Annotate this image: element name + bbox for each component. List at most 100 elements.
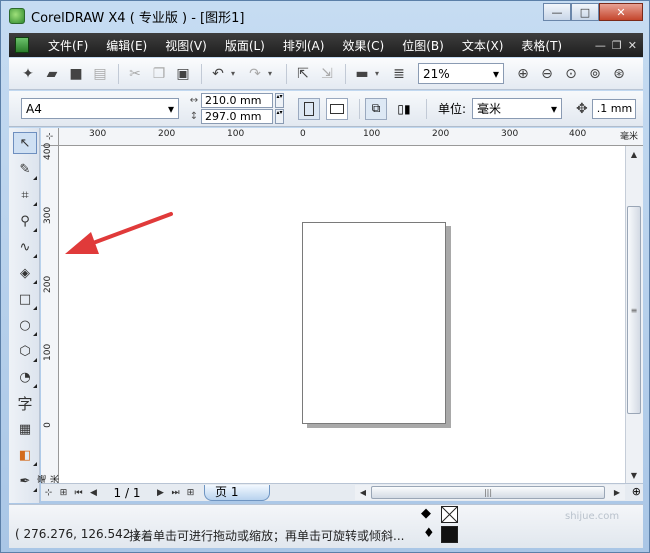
drawing-canvas[interactable]: [59, 146, 625, 483]
ruler-label: 300: [501, 129, 519, 139]
page-settings-icon[interactable]: ⊹: [41, 488, 56, 498]
landscape-orientation-button[interactable]: [326, 97, 348, 120]
close-button[interactable]: ✕: [599, 3, 643, 21]
new-document-icon[interactable]: ✦: [17, 63, 39, 85]
scroll-right-icon[interactable]: ▶: [609, 485, 625, 501]
menu-edit[interactable]: 编辑(E): [97, 37, 156, 54]
toolbar-separator: [286, 63, 287, 84]
height-spinner[interactable]: ▴▾: [275, 109, 284, 124]
scroll-left-icon[interactable]: ◀: [355, 485, 371, 501]
first-page-icon[interactable]: ⏮: [71, 488, 86, 498]
crop-tool-icon[interactable]: ⌗: [13, 184, 37, 206]
portrait-orientation-button[interactable]: [298, 97, 320, 120]
copy-icon[interactable]: ❐: [148, 63, 170, 85]
save-icon[interactable]: ■: [65, 63, 87, 85]
paste-icon[interactable]: ▣: [172, 63, 194, 85]
toolbar-separator: [359, 98, 360, 119]
open-folder-icon[interactable]: ▰: [41, 63, 63, 85]
polygon-tool-icon[interactable]: ⬡: [13, 340, 37, 362]
chevron-down-icon: ▾: [551, 101, 558, 116]
add-page-before-icon[interactable]: ⊞: [56, 488, 71, 498]
basic-shapes-tool-icon[interactable]: ◔: [13, 366, 37, 388]
zoom-level-value: 21%: [423, 66, 450, 81]
redo-icon[interactable]: ↷: [244, 63, 266, 85]
undo-dropdown-icon[interactable]: ▾: [231, 69, 240, 78]
menu-text[interactable]: 文本(X): [453, 37, 513, 54]
ruler-label: 200: [432, 129, 450, 139]
chevron-down-icon: ▾: [167, 101, 174, 116]
redo-dropdown-icon[interactable]: ▾: [268, 69, 277, 78]
vertical-ruler[interactable]: 400 300 200 100 0 毫米: [38, 143, 61, 484]
toolbar-separator: [426, 98, 427, 119]
zoom-level-select[interactable]: 21% ▾: [418, 63, 504, 84]
fill-color-swatch[interactable]: [441, 506, 458, 523]
ruler-label: 0: [300, 129, 306, 139]
pick-tool-icon[interactable]: ↖: [13, 132, 37, 154]
status-hint: 接着单击可进行拖动或缩放；再单击可旋转或倾斜...: [129, 529, 405, 543]
coreldraw-app-icon: [9, 8, 25, 24]
previous-page-icon[interactable]: ◀: [86, 488, 101, 498]
import-icon[interactable]: ⇱: [292, 63, 314, 85]
last-page-icon[interactable]: ⏭: [168, 488, 183, 498]
menu-effects[interactable]: 效果(C): [333, 37, 393, 54]
freehand-tool-icon[interactable]: ∿: [13, 236, 37, 258]
menu-table[interactable]: 表格(T): [512, 37, 571, 54]
paper-size-select[interactable]: A4 ▾: [21, 98, 179, 119]
cut-icon[interactable]: ✂: [124, 63, 146, 85]
vertical-scroll-thumb[interactable]: ≡: [627, 206, 641, 414]
zoom-to-page-icon[interactable]: ⊛: [608, 63, 630, 85]
page-tab[interactable]: 页 1: [204, 484, 270, 501]
ruler-unit-label: 毫米: [620, 132, 639, 142]
shape-tool-icon[interactable]: ✎: [13, 158, 37, 180]
menu-layout[interactable]: 版面(L): [216, 37, 274, 54]
ellipse-tool-icon[interactable]: ○: [13, 314, 37, 336]
eyedropper-tool-icon[interactable]: ✒: [13, 470, 37, 492]
page-navigator: ⊹ ⊞ ⏮ ◀ 1 / 1 ▶ ⏭ ⊞ 页 1 ◀ ||| ▶ ⊕: [41, 483, 643, 501]
width-spinner[interactable]: ▴▾: [275, 93, 284, 108]
nudge-distance-input[interactable]: .1 mm: [591, 98, 636, 119]
doc-close-button[interactable]: ✕: [628, 39, 637, 52]
zoom-to-selected-icon[interactable]: ⊙: [560, 63, 582, 85]
zoom-to-all-icon[interactable]: ⊚: [584, 63, 606, 85]
launcher-dropdown-icon[interactable]: ▾: [375, 69, 384, 78]
scroll-down-icon[interactable]: ▼: [626, 467, 642, 483]
zoom-out-icon[interactable]: ⊖: [536, 63, 558, 85]
next-page-icon[interactable]: ▶: [153, 488, 168, 498]
doc-restore-button[interactable]: ❐: [612, 39, 622, 52]
table-tool-icon[interactable]: ▦: [13, 418, 37, 440]
horizontal-scroll-thumb[interactable]: |||: [371, 486, 605, 499]
menu-file[interactable]: 文件(F): [39, 37, 97, 54]
add-page-after-icon[interactable]: ⊞: [183, 488, 198, 498]
all-pages-button[interactable]: ⧉: [365, 97, 387, 120]
ruler-label: 0: [43, 422, 53, 428]
page-width-input[interactable]: 210.0 mm: [201, 93, 273, 108]
outline-color-swatch[interactable]: [441, 526, 458, 543]
units-select[interactable]: 毫米 ▾: [472, 98, 563, 119]
ruler-label: 200: [43, 275, 53, 293]
scroll-up-icon[interactable]: ▲: [626, 146, 642, 162]
undo-icon[interactable]: ↶: [207, 63, 229, 85]
navigator-zoom-icon[interactable]: ⊕: [632, 485, 641, 498]
zoom-in-icon[interactable]: ⊕: [512, 63, 534, 85]
menu-bitmaps[interactable]: 位图(B): [393, 37, 453, 54]
application-launcher-icon[interactable]: ▬: [351, 63, 373, 85]
interactive-tools-icon[interactable]: ◧: [13, 444, 37, 466]
smart-fill-tool-icon[interactable]: ◈: [13, 262, 37, 284]
vertical-scrollbar[interactable]: ▲ ≡ ▼: [625, 146, 643, 483]
menu-arrange[interactable]: 排列(A): [274, 37, 334, 54]
current-page-button[interactable]: ▯▮: [393, 98, 415, 120]
page-height-input[interactable]: 297.0 mm: [201, 109, 273, 124]
export-icon[interactable]: ⇲: [316, 63, 338, 85]
rectangle-tool-icon[interactable]: □: [13, 288, 37, 310]
menu-view[interactable]: 视图(V): [156, 37, 216, 54]
minimize-button[interactable]: —: [543, 3, 571, 21]
horizontal-scrollbar[interactable]: ◀ ||| ▶: [355, 485, 625, 500]
maximize-button[interactable]: □: [571, 3, 599, 21]
horizontal-ruler[interactable]: 300 200 100 0 100 200 300 400 毫米: [59, 128, 643, 146]
zoom-tool-icon[interactable]: ⚲: [13, 210, 37, 232]
doc-minimize-button[interactable]: —: [595, 39, 606, 52]
welcome-screen-icon[interactable]: ≣: [388, 63, 410, 85]
print-icon[interactable]: ▤: [89, 63, 111, 85]
document-icon[interactable]: [15, 37, 29, 53]
text-tool-icon[interactable]: 字: [13, 392, 37, 414]
